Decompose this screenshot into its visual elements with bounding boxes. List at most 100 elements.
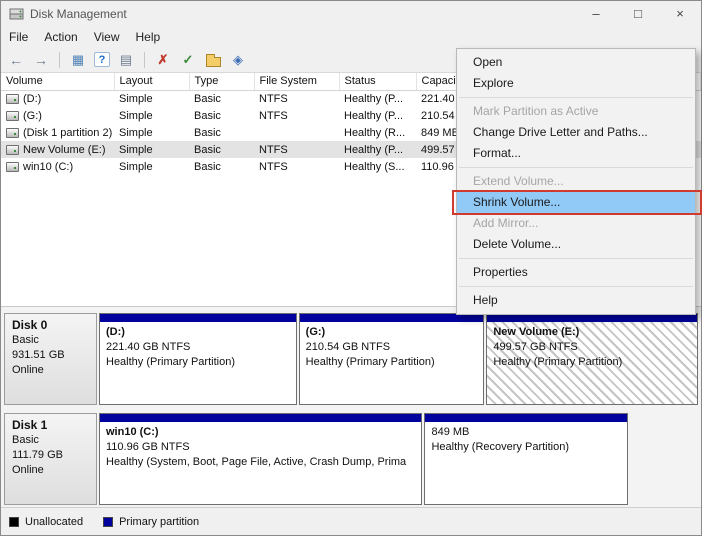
type-cell: Basic: [189, 124, 254, 141]
type-cell: Basic: [189, 141, 254, 158]
disk-size: 931.51 GB: [12, 348, 89, 363]
type-cell: Basic: [189, 107, 254, 124]
file-system-cell: NTFS: [254, 107, 339, 124]
drive-icon: [6, 162, 19, 172]
minimize-button[interactable]: –: [575, 1, 617, 26]
menu-item-mark-partition-active: Mark Partition as Active: [457, 101, 695, 122]
disk-status: Online: [12, 363, 89, 378]
disk-0-partitions: (D:) 221.40 GB NTFS Healthy (Primary Par…: [99, 313, 698, 405]
window-title: Disk Management: [30, 7, 127, 21]
disk-name: Disk 1: [12, 418, 89, 433]
show-console-tree-icon[interactable]: ▦: [69, 51, 87, 69]
forward-icon[interactable]: →: [32, 51, 50, 69]
legend-bar: Unallocated Primary partition: [1, 507, 701, 535]
disk-status: Online: [12, 463, 89, 478]
menu-item-format[interactable]: Format...: [457, 143, 695, 164]
unallocated-swatch: [9, 517, 19, 527]
file-system-cell: [254, 124, 339, 141]
volume-name: win10 (C:): [23, 161, 73, 173]
status-cell: Healthy (P...: [339, 107, 416, 124]
menu-action[interactable]: Action: [36, 28, 85, 46]
disk-name: Disk 0: [12, 318, 89, 333]
wizard-icon[interactable]: ◈: [229, 51, 247, 69]
menu-item-shrink-volume[interactable]: Shrink Volume...: [457, 192, 695, 213]
menu-help[interactable]: Help: [128, 28, 169, 46]
graphical-view-pane: Disk 0 Basic 931.51 GB Online (D:) 221.4…: [1, 306, 701, 507]
col-type[interactable]: Type: [189, 73, 254, 90]
open-folder-icon[interactable]: [204, 51, 222, 69]
partition-g[interactable]: (G:) 210.54 GB NTFS Healthy (Primary Par…: [299, 313, 485, 405]
disk-kind: Basic: [12, 433, 89, 448]
delete-volume-icon[interactable]: ✗: [154, 51, 172, 69]
shrink-volume-label: Shrink Volume...: [473, 195, 560, 209]
legend-unallocated: Unallocated: [9, 516, 83, 528]
partition-size: 499.57 GB NTFS: [493, 340, 691, 355]
partition-title: New Volume (E:): [493, 325, 691, 340]
type-cell: Basic: [189, 90, 254, 107]
partition-color-band: [300, 314, 484, 322]
back-icon[interactable]: ←: [7, 51, 25, 69]
partition-status: Healthy (Primary Partition): [306, 355, 478, 370]
partition-recovery[interactable]: 849 MB Healthy (Recovery Partition): [424, 413, 628, 505]
menu-file[interactable]: File: [1, 28, 36, 46]
menu-separator: [459, 258, 693, 259]
disk-1-header[interactable]: Disk 1 Basic 111.79 GB Online: [4, 413, 97, 505]
menu-item-open[interactable]: Open: [457, 52, 695, 73]
help-icon[interactable]: ?: [94, 52, 110, 67]
partition-d[interactable]: (D:) 221.40 GB NTFS Healthy (Primary Par…: [99, 313, 297, 405]
menu-bar: File Action View Help: [1, 26, 701, 47]
col-layout[interactable]: Layout: [114, 73, 189, 90]
partition-title: win10 (C:): [106, 425, 415, 440]
partition-size: 210.54 GB NTFS: [306, 340, 478, 355]
partition-status: Healthy (System, Boot, Page File, Active…: [106, 455, 415, 470]
folder-glyph: [206, 57, 221, 67]
partition-status: Healthy (Primary Partition): [493, 355, 691, 370]
partition-title: (G:): [306, 325, 478, 340]
partition-e-selected[interactable]: New Volume (E:) 499.57 GB NTFS Healthy (…: [486, 313, 698, 405]
menu-item-help[interactable]: Help: [457, 290, 695, 311]
partition-status: Healthy (Recovery Partition): [431, 440, 621, 455]
drive-icon: [6, 94, 19, 104]
maximize-button[interactable]: □: [617, 1, 659, 26]
drive-icon: [6, 145, 19, 155]
properties-sheet-icon[interactable]: ▤: [117, 51, 135, 69]
layout-cell: Simple: [114, 90, 189, 107]
partition-color-band: [425, 414, 627, 422]
layout-cell: Simple: [114, 124, 189, 141]
titlebar: Disk Management – □ ×: [1, 1, 701, 26]
col-status[interactable]: Status: [339, 73, 416, 90]
menu-item-add-mirror: Add Mirror...: [457, 213, 695, 234]
menu-separator: [459, 167, 693, 168]
layout-cell: Simple: [114, 141, 189, 158]
file-system-cell: NTFS: [254, 90, 339, 107]
volume-name: (G:): [23, 110, 42, 122]
mark-partition-active-icon[interactable]: ✓: [179, 51, 197, 69]
partition-color-band: [487, 314, 697, 322]
menu-item-change-drive-letter[interactable]: Change Drive Letter and Paths...: [457, 122, 695, 143]
disk-size: 111.79 GB: [12, 448, 89, 463]
drive-icon: [6, 111, 19, 121]
file-system-cell: NTFS: [254, 141, 339, 158]
partition-color-band: [100, 314, 296, 322]
disk-kind: Basic: [12, 333, 89, 348]
disk-0-header[interactable]: Disk 0 Basic 931.51 GB Online: [4, 313, 97, 405]
volume-name: New Volume (E:): [23, 144, 106, 156]
app-icon: [9, 6, 24, 21]
partition-c[interactable]: win10 (C:) 110.96 GB NTFS Healthy (Syste…: [99, 413, 422, 505]
window-controls: – □ ×: [575, 1, 701, 26]
drive-icon: [6, 128, 19, 138]
close-button[interactable]: ×: [659, 1, 701, 26]
menu-view[interactable]: View: [86, 28, 128, 46]
volume-name: (D:): [23, 93, 41, 105]
col-file-system[interactable]: File System: [254, 73, 339, 90]
toolbar-separator: [59, 52, 60, 68]
menu-item-delete-volume[interactable]: Delete Volume...: [457, 234, 695, 255]
menu-item-extend-volume: Extend Volume...: [457, 171, 695, 192]
partition-color-band: [100, 414, 421, 422]
col-volume[interactable]: Volume: [1, 73, 114, 90]
status-cell: Healthy (P...: [339, 90, 416, 107]
menu-item-explore[interactable]: Explore: [457, 73, 695, 94]
menu-item-properties[interactable]: Properties: [457, 262, 695, 283]
layout-cell: Simple: [114, 107, 189, 124]
status-cell: Healthy (R...: [339, 124, 416, 141]
